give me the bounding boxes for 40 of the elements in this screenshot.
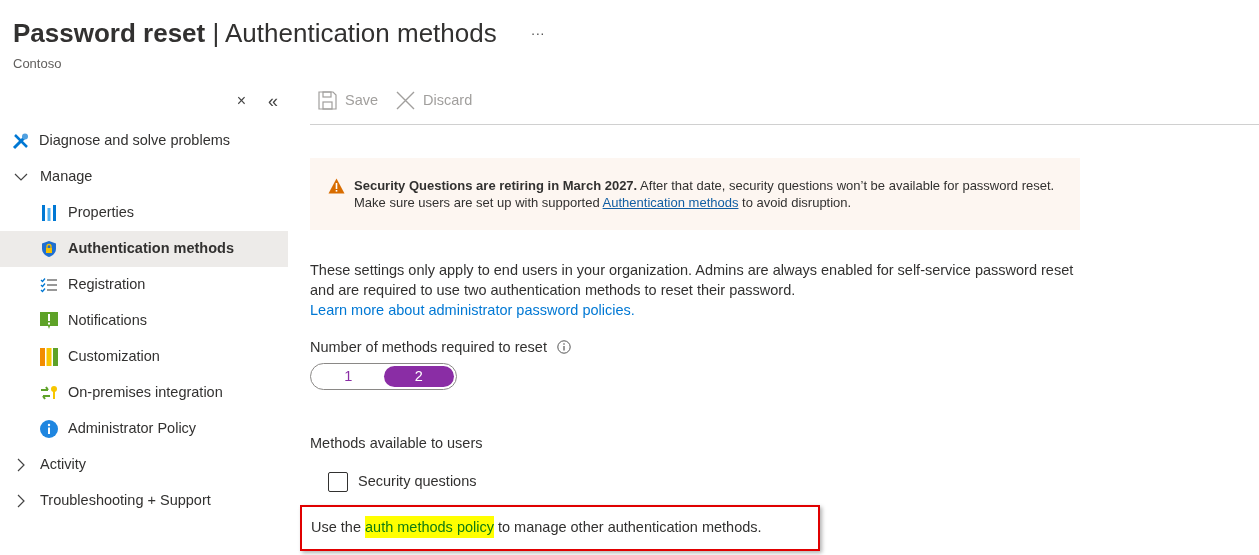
tools-icon bbox=[12, 131, 30, 150]
nav-group[interactable]: Troubleshooting + Support bbox=[0, 482, 288, 519]
nav-item[interactable]: Authentication methods bbox=[0, 230, 288, 267]
checkbox-label: Security questions bbox=[358, 472, 477, 491]
more-options-button[interactable]: ··· bbox=[522, 22, 553, 44]
page-subtitle: Contoso bbox=[13, 55, 63, 73]
close-icon bbox=[396, 91, 416, 110]
warning-message: Security Questions are retiring in March 2027. After that date, security questions won’t be available for password reset. Make sure users are set up with supported Authentication methods to avoid disruption. bbox=[354, 176, 1056, 211]
nav-group[interactable]: Manage bbox=[0, 158, 288, 195]
info-icon bbox=[40, 419, 58, 438]
methods-available-label: Methods available to users bbox=[310, 434, 484, 454]
authentication-methods-link[interactable]: Authentication methods bbox=[602, 194, 739, 210]
nav-group[interactable]: Activity bbox=[0, 446, 288, 483]
checklist-icon bbox=[40, 276, 58, 293]
checkbox[interactable] bbox=[328, 471, 348, 492]
nav-item[interactable]: Customization bbox=[0, 338, 288, 375]
nav-item[interactable]: Properties bbox=[0, 194, 288, 231]
nav-item[interactable]: Registration bbox=[0, 266, 288, 303]
settings-description: These settings only apply to end users in your organization. Admins are always enabled for self-service password reset and are required to use two authentication methods to reset their password. Learn more about administrator password policies. bbox=[310, 260, 1075, 320]
warning-icon bbox=[328, 177, 345, 194]
info-icon bbox=[556, 340, 571, 355]
methods-required-label: Number of methods required to reset bbox=[310, 337, 547, 357]
nav-item[interactable]: On-premises integration bbox=[0, 374, 288, 411]
alert-icon bbox=[40, 312, 58, 329]
count-option[interactable]: 1 bbox=[313, 366, 384, 388]
save-icon bbox=[318, 91, 337, 110]
learn-more-link[interactable]: Learn more about administrator password policies. bbox=[310, 301, 635, 318]
collapse-button[interactable]: « bbox=[268, 91, 278, 110]
page-title: Password reset | Authentication methods bbox=[13, 18, 497, 48]
nav-item[interactable]: Notifications bbox=[0, 302, 288, 339]
count-option[interactable]: 2 bbox=[383, 366, 454, 388]
auth-methods-policy-link[interactable]: auth methods policy bbox=[365, 515, 494, 538]
color-bars-icon bbox=[40, 347, 58, 366]
sync-key-icon bbox=[40, 384, 58, 401]
nav-item[interactable]: Administrator Policy bbox=[0, 410, 288, 447]
nav-item[interactable]: Diagnose and solve problems bbox=[0, 122, 288, 159]
shield-lock-icon bbox=[41, 239, 57, 258]
policy-note: Use the auth methods policy to manage other authentication methods. bbox=[311, 516, 762, 539]
close-button[interactable]: × bbox=[236, 92, 246, 109]
bars-icon bbox=[41, 203, 57, 222]
